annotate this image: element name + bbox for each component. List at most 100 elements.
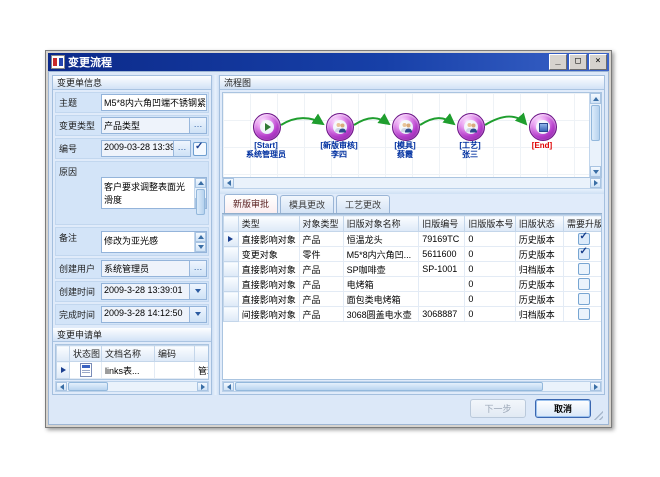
create-time-input[interactable]: 2009-3-28 13:39:01 — [101, 283, 207, 300]
upgrade-checkbox[interactable] — [578, 293, 590, 305]
scroll-right-button[interactable] — [197, 382, 208, 391]
table-row[interactable]: 直接影响对象产品 恒温龙头79169TC 0历史版本 — [224, 232, 603, 247]
upgrade-checkbox[interactable] — [578, 233, 590, 245]
selector-column-header — [224, 216, 239, 232]
change-type-label: 变更类型 — [56, 116, 100, 135]
table-row[interactable]: 直接影响对象产品 电烤箱 0历史版本 — [224, 277, 603, 292]
horizontal-scrollbar[interactable] — [55, 381, 209, 392]
ellipsis-icon[interactable]: … — [189, 118, 206, 133]
scrollbar-thumb[interactable] — [196, 189, 205, 215]
column-header-upgrade[interactable]: 需要升版 — [564, 216, 603, 232]
stop-icon — [536, 120, 550, 134]
document-icon — [80, 363, 92, 377]
field-number: 编号 2009-03-28 13:39:01 … — [55, 138, 209, 159]
table-row[interactable]: 变更对象零件 M5*8内六角凹...5611600 0历史版本 M5*8内六角 — [224, 247, 603, 262]
flow-node-mold[interactable] — [392, 113, 420, 141]
table-row[interactable]: 间接影响对象产品 3068圆盖电水壶3068887 0归档版本 — [224, 307, 603, 322]
reason-label: 原因 — [56, 162, 100, 224]
flow-node-start[interactable] — [253, 113, 281, 141]
finish-time-label: 完成时间 — [56, 305, 100, 324]
upgrade-checkbox[interactable] — [578, 263, 590, 275]
dropdown-arrow-icon[interactable] — [189, 284, 206, 299]
table-row[interactable]: 直接影响对象产品 SP咖啡壶SP-1001 0归档版本 SP咖啡壶 — [224, 262, 603, 277]
column-header-status[interactable]: 状态图 — [70, 346, 102, 362]
subject-input[interactable]: M5*8内六角凹端不锈钢紧固螺钉 — [101, 94, 207, 111]
number-checkbox[interactable] — [193, 142, 207, 156]
remarks-value: 修改为亚光感 — [102, 232, 194, 252]
field-reason: 原因 客户要求调整表面光滑度 — [55, 161, 209, 225]
flow-vertical-scrollbar[interactable] — [589, 93, 601, 177]
ellipsis-icon[interactable]: … — [173, 141, 190, 156]
column-header-obj-type[interactable]: 对象类型 — [299, 216, 343, 232]
field-change-type: 变更类型 产品类型 … — [55, 115, 209, 136]
number-input[interactable]: 2009-03-28 13:39:01 … — [101, 140, 191, 157]
vertical-splitter[interactable] — [212, 75, 219, 395]
scroll-down-button[interactable] — [195, 242, 206, 252]
vertical-scrollbar[interactable] — [194, 178, 206, 208]
reason-textarea[interactable]: 客户要求调整表面光滑度 — [101, 177, 207, 209]
scrollbar-thumb[interactable] — [591, 105, 600, 141]
scroll-up-button[interactable] — [590, 93, 601, 104]
request-row[interactable]: links表... 管理 — [57, 362, 210, 379]
tab-mold-change[interactable]: 模具更改 — [280, 195, 334, 213]
vertical-scrollbar[interactable] — [194, 232, 206, 252]
resize-grip-icon[interactable] — [592, 409, 603, 420]
column-header-old-ver[interactable]: 旧版版本号 — [465, 216, 515, 232]
window-title: 变更流程 — [68, 54, 547, 70]
column-header-old-status[interactable]: 旧版状态 — [515, 216, 563, 232]
detail-tabstrip: 新版审批 模具更改 工艺更改 — [222, 194, 602, 214]
scroll-left-button[interactable] — [223, 178, 234, 188]
tab-new-version-approval[interactable]: 新版审批 — [224, 194, 278, 213]
next-button[interactable]: 下一步 — [470, 399, 526, 418]
ellipsis-icon[interactable]: … — [189, 261, 206, 276]
upgrade-checkbox[interactable] — [578, 248, 590, 260]
selected-row-arrow-icon — [61, 367, 66, 373]
scroll-up-button[interactable] — [195, 178, 206, 188]
detail-grid: 类型 对象类型 旧版对象名称 旧版编号 旧版版本号 旧版状态 需要升版 新版 直… — [222, 214, 602, 380]
column-header-code[interactable]: 编码 — [155, 346, 195, 362]
left-panel-caption: 变更单信息 — [53, 76, 211, 90]
scroll-up-button[interactable] — [195, 232, 206, 242]
flow-caption: 流程图 — [220, 76, 604, 90]
scrollbar-thumb[interactable] — [68, 382, 108, 391]
scroll-left-button[interactable] — [56, 382, 67, 391]
scroll-right-button[interactable] — [590, 178, 601, 188]
flow-node-end-label: [End] — [497, 141, 587, 150]
flow-canvas[interactable]: [Start]系统管理员 [新版审核]李四 — [223, 93, 589, 177]
reason-value: 客户要求调整表面光滑度 — [102, 178, 194, 208]
column-header-type[interactable]: 类型 — [238, 216, 299, 232]
column-header-doc-name[interactable]: 文档名称 — [102, 346, 155, 362]
request-list-table: 状态图 文档名称 编码 links表... 管理 — [55, 344, 209, 380]
upgrade-checkbox[interactable] — [578, 278, 590, 290]
column-header-old-code[interactable]: 旧版编号 — [419, 216, 465, 232]
change-type-input[interactable]: 产品类型 … — [101, 117, 207, 134]
tab-craft-change[interactable]: 工艺更改 — [336, 195, 390, 213]
titlebar[interactable]: 变更流程 _ □ × — [48, 53, 609, 71]
minimize-button[interactable]: _ — [549, 54, 567, 70]
footer-button-bar: 下一步 取消 — [52, 395, 605, 421]
column-header-clipped[interactable] — [195, 346, 210, 362]
upgrade-checkbox[interactable] — [578, 308, 590, 320]
flow-node-craft[interactable] — [457, 113, 485, 141]
maximize-button[interactable]: □ — [569, 54, 587, 70]
close-button[interactable]: × — [589, 54, 607, 70]
dropdown-arrow-icon[interactable] — [189, 307, 206, 322]
horizontal-scrollbar[interactable] — [222, 381, 602, 392]
cell-doc-name: links表... — [102, 362, 155, 379]
creator-input[interactable]: 系统管理员 … — [101, 260, 207, 277]
create-time-value: 2009-3-28 13:39:01 — [102, 284, 189, 299]
column-header-old-name[interactable]: 旧版对象名称 — [343, 216, 419, 232]
remarks-textarea[interactable]: 修改为亚光感 — [101, 231, 207, 253]
number-label: 编号 — [56, 139, 100, 158]
scroll-right-button[interactable] — [590, 382, 601, 391]
scroll-down-button[interactable] — [590, 166, 601, 177]
finish-time-input[interactable]: 2009-3-28 14:12:50 — [101, 306, 207, 323]
flow-node-end[interactable] — [529, 113, 557, 141]
scroll-left-button[interactable] — [223, 382, 234, 391]
flow-node-review[interactable] — [326, 113, 354, 141]
table-row[interactable]: 直接影响对象产品 面包类电烤箱 0历史版本 — [224, 292, 603, 307]
flow-horizontal-scrollbar[interactable] — [222, 178, 602, 189]
cancel-button[interactable]: 取消 — [535, 399, 591, 418]
scrollbar-thumb[interactable] — [235, 382, 543, 391]
finish-time-value: 2009-3-28 14:12:50 — [102, 307, 189, 322]
